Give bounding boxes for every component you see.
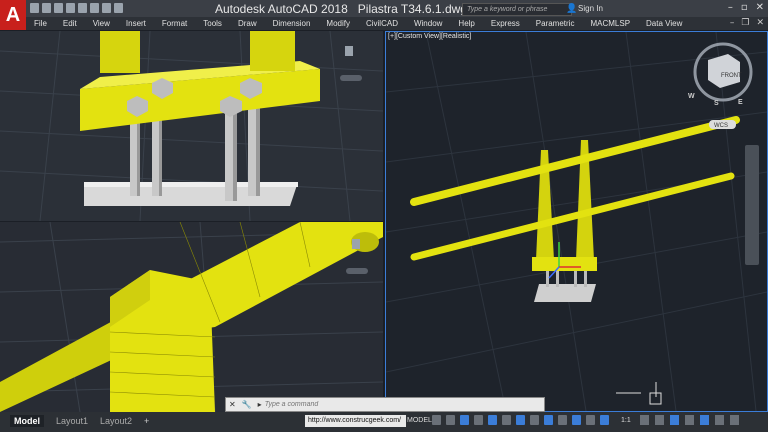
- menu-draw[interactable]: Draw: [238, 19, 257, 28]
- tab-layout1[interactable]: Layout1: [52, 415, 92, 427]
- lineweight-icon[interactable]: [516, 415, 525, 425]
- menu-help[interactable]: Help: [458, 19, 474, 28]
- model-space-button[interactable]: MODEL: [407, 415, 432, 427]
- command-input[interactable]: [264, 399, 505, 410]
- gizmo-icon[interactable]: [586, 415, 595, 425]
- compass-east: E: [738, 99, 743, 106]
- clean-screen-icon[interactable]: [700, 415, 709, 425]
- menu-window[interactable]: Window: [414, 19, 442, 28]
- menu-file[interactable]: File: [34, 19, 47, 28]
- otrack-icon[interactable]: [502, 415, 511, 425]
- navbar-small[interactable]: [340, 75, 362, 81]
- menu-insert[interactable]: Insert: [126, 19, 146, 28]
- undo-icon[interactable]: [90, 3, 99, 13]
- menu-data-view[interactable]: Data View: [646, 19, 682, 28]
- menu-bar: File Edit View Insert Format Tools Draw …: [26, 17, 768, 30]
- window-controls: – ▫ ✕: [728, 2, 764, 13]
- new-icon[interactable]: [30, 3, 39, 13]
- menu-tools[interactable]: Tools: [203, 19, 222, 28]
- menu-parametric[interactable]: Parametric: [536, 19, 575, 28]
- plus-icon[interactable]: [655, 415, 664, 425]
- window-title: Autodesk AutoCAD 2018 Pilastra T34.6.1.d…: [215, 2, 467, 16]
- maximize-icon[interactable]: ▫: [741, 2, 748, 13]
- menu-civilcad[interactable]: CivilCAD: [366, 19, 398, 28]
- save-as-icon[interactable]: [66, 3, 75, 13]
- sign-in-button[interactable]: Sign In: [578, 4, 603, 13]
- drawing-bottom-left: [0, 222, 383, 412]
- tab-layout2[interactable]: Layout2: [96, 415, 136, 427]
- status-toggles: [432, 415, 609, 425]
- annotation-icon[interactable]: [572, 415, 581, 425]
- compass-west: W: [688, 93, 695, 100]
- save-icon[interactable]: [54, 3, 63, 13]
- menu-dimension[interactable]: Dimension: [273, 19, 311, 28]
- ortho-icon[interactable]: [460, 415, 469, 425]
- file-name: Pilastra T34.6.1.dwg: [357, 2, 467, 16]
- menu-macmlsp[interactable]: MACMLSP: [590, 19, 630, 28]
- doc-restore-icon[interactable]: ❐: [741, 18, 749, 28]
- drawing-right: FRONT W S E WCS: [386, 32, 767, 411]
- 3d-osnap-icon[interactable]: [558, 415, 567, 425]
- isolate-icon[interactable]: [670, 415, 679, 425]
- workspace-icon[interactable]: [640, 415, 649, 425]
- top-plate: [532, 257, 597, 271]
- hardware-accel-icon[interactable]: [685, 415, 694, 425]
- minimize-icon[interactable]: –: [728, 2, 733, 13]
- viewport-top-left[interactable]: [0, 31, 383, 221]
- tab-model[interactable]: Model: [10, 415, 44, 427]
- add-layout-button[interactable]: +: [140, 415, 153, 427]
- viewport-label[interactable]: [+][Custom View][Realistic]: [388, 33, 471, 40]
- menu-view[interactable]: View: [93, 19, 110, 28]
- customize-icon[interactable]: [715, 415, 724, 425]
- osnap-icon[interactable]: [488, 415, 497, 425]
- viewcube-small-icon[interactable]: [345, 46, 353, 56]
- compass-south: S: [714, 100, 719, 107]
- doc-close-icon[interactable]: ✕: [756, 18, 764, 28]
- doc-minimize-icon[interactable]: –: [730, 18, 735, 28]
- viewcube-small-icon[interactable]: [352, 239, 360, 249]
- app-name: Autodesk AutoCAD 2018: [215, 2, 348, 16]
- menu-icon[interactable]: [730, 415, 739, 425]
- search-input[interactable]: Type a keyword or phrase: [462, 3, 572, 16]
- viewcube[interactable]: [708, 54, 740, 88]
- close-icon[interactable]: ✕: [229, 400, 236, 409]
- grid-icon[interactable]: [432, 415, 441, 425]
- annotation-visibility-icon[interactable]: [600, 415, 609, 425]
- menu-format[interactable]: Format: [162, 19, 187, 28]
- customize-icon[interactable]: 🔧: [242, 400, 252, 409]
- viewport-right-active[interactable]: [+][Custom View][Realistic] FRONT W S E …: [385, 31, 768, 412]
- open-icon[interactable]: [42, 3, 51, 13]
- transparency-icon[interactable]: [530, 415, 539, 425]
- redo-icon[interactable]: [102, 3, 111, 13]
- wcs-label: WCS: [714, 123, 728, 129]
- menu-modify[interactable]: Modify: [326, 19, 350, 28]
- close-icon[interactable]: ✕: [756, 2, 764, 13]
- navbar-small[interactable]: [346, 268, 368, 274]
- menu-express[interactable]: Express: [491, 19, 520, 28]
- drawing-top-left: [0, 31, 383, 221]
- annotation-scale[interactable]: 1:1: [621, 415, 631, 427]
- plot-icon[interactable]: [78, 3, 87, 13]
- command-line: ✕ 🔧 ▸: [225, 397, 545, 412]
- document-window-controls: – ❐ ✕: [730, 18, 764, 28]
- navigation-bar[interactable]: [745, 145, 759, 265]
- user-icon: 👤: [566, 4, 578, 14]
- share-icon[interactable]: [114, 3, 123, 13]
- url-field: http://www.construcgeek.com/: [305, 415, 406, 427]
- selection-cycling-icon[interactable]: [544, 415, 553, 425]
- recent-commands-icon[interactable]: ▸: [258, 400, 262, 409]
- viewcube-face-label: FRONT: [721, 73, 742, 79]
- polar-icon[interactable]: [474, 415, 483, 425]
- snap-icon[interactable]: [446, 415, 455, 425]
- status-right-icons: [640, 415, 739, 425]
- autocad-logo-icon[interactable]: A: [0, 0, 26, 30]
- viewport-bottom-left[interactable]: [0, 222, 383, 412]
- quick-access-toolbar: [30, 3, 123, 13]
- menu-edit[interactable]: Edit: [63, 19, 77, 28]
